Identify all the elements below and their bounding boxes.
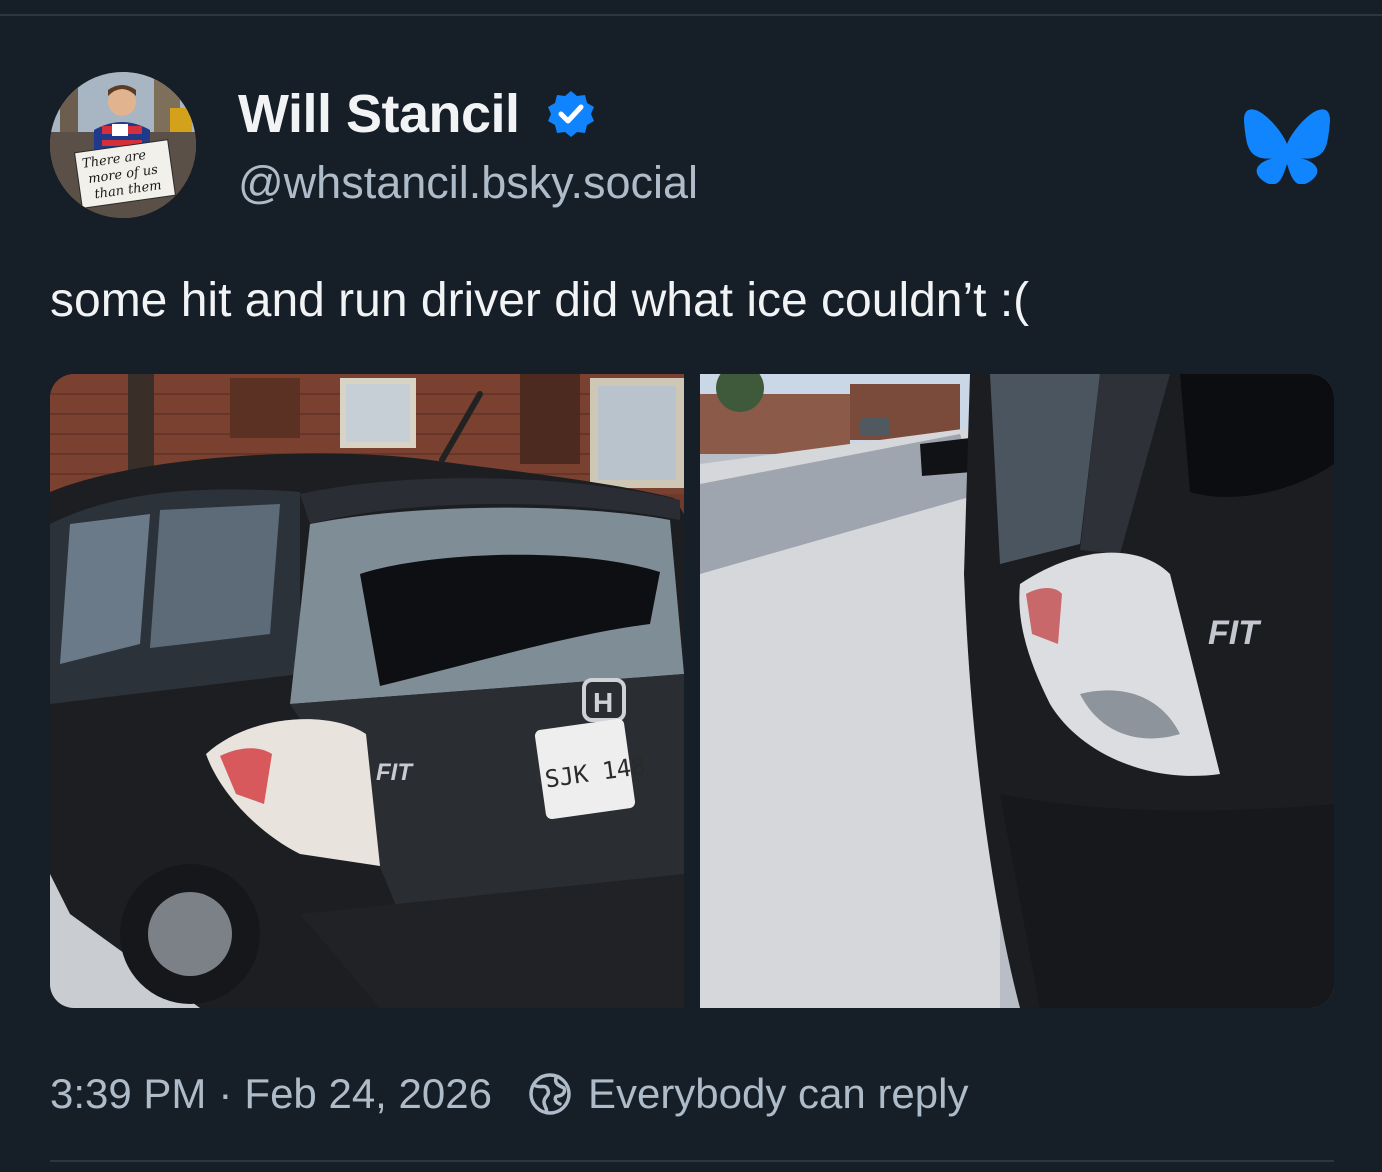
bluesky-butterfly-icon[interactable] [1244,108,1330,184]
post-time[interactable]: 3:39 PM [50,1070,206,1118]
avatar[interactable]: There are more of us than them [50,72,196,218]
post-meta: 3:39 PM · Feb 24, 2026 Everybody can rep… [50,1064,968,1124]
verified-check-icon [548,91,594,137]
globe-reply-icon [526,1070,574,1118]
car-emblem-text: H [593,687,613,718]
bottom-divider [50,1160,1334,1162]
meta-separator: · [218,1070,233,1117]
top-divider [0,14,1382,16]
car-badge-text-1: FIT [376,759,414,786]
post-text: some hit and run driver did what ice cou… [50,274,1030,327]
reply-setting-text[interactable]: Everybody can reply [588,1070,969,1118]
author-display-name[interactable]: Will Stancil [238,82,520,146]
car-badge-text-2: FIT [1208,614,1262,652]
post-date[interactable]: Feb 24, 2026 [244,1070,492,1118]
author-handle[interactable]: @whstancil.bsky.social [238,156,698,210]
post-image-2[interactable]: FIT [700,374,1334,1008]
post-image-1[interactable]: H FIT SJK 148 [50,374,684,1008]
